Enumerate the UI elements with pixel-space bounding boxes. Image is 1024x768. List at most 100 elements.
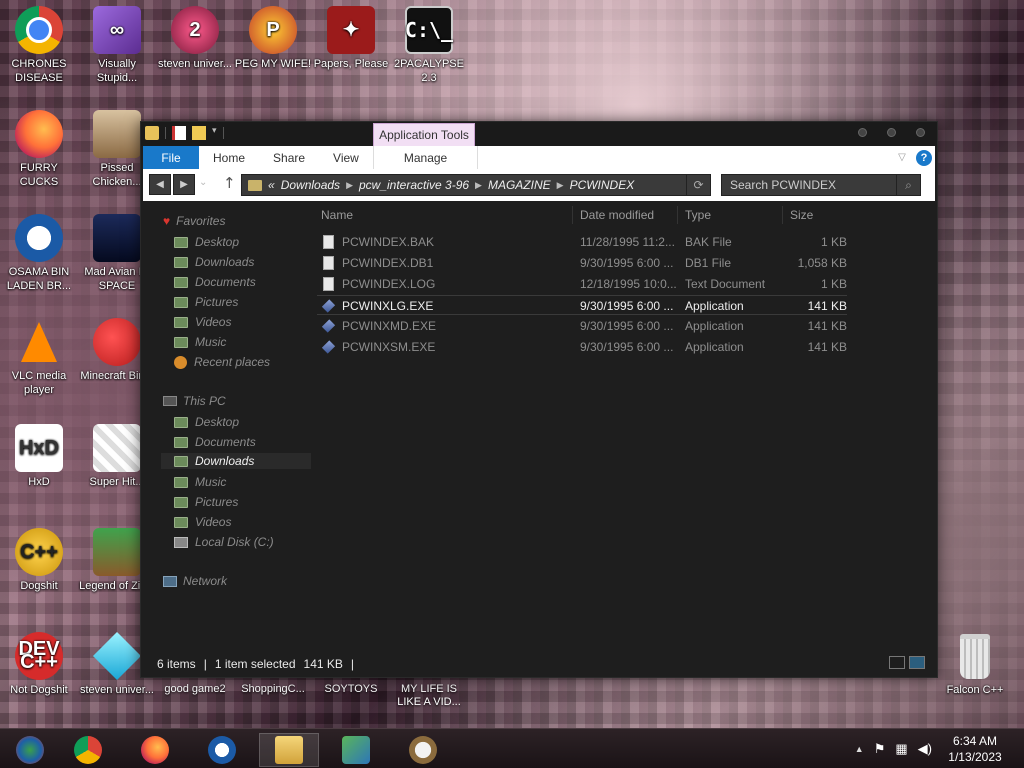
flag-icon[interactable]: ⚑ xyxy=(874,741,886,757)
selection-status: 1 item selected xyxy=(214,657,296,671)
search-input[interactable]: Search PCWINDEX ⌕ xyxy=(721,174,921,196)
properties-icon[interactable] xyxy=(172,126,186,140)
file-row[interactable]: PCWINDEX.DB1 9/30/1995 6:00 ... DB1 File… xyxy=(317,253,847,273)
file-row[interactable]: PCWINDEX.BAK 11/28/1995 11:2... BAK File… xyxy=(317,232,847,252)
breadcrumb-pcw-interactive[interactable]: pcw_interactive 3-96 xyxy=(359,178,469,192)
tab-view[interactable]: View xyxy=(319,146,373,169)
file-row[interactable]: PCWINXMD.EXE 9/30/1995 6:00 ... Applicat… xyxy=(317,316,847,336)
file-row-selected[interactable]: PCWINXLG.EXE 9/30/1995 6:00 ... Applicat… xyxy=(317,295,847,315)
file-row[interactable]: PCWINXSM.EXE 9/30/1995 6:00 ... Applicat… xyxy=(317,337,847,357)
desktop-icon-papers-please[interactable]: ✦ Papers, Please xyxy=(312,6,390,71)
nav-item-pc-desktop[interactable]: Desktop xyxy=(174,414,239,430)
column-divider[interactable] xyxy=(782,206,783,224)
nav-item-downloads[interactable]: Downloads xyxy=(174,254,254,270)
nav-item-recent-places[interactable]: Recent places xyxy=(174,354,270,370)
breadcrumb-overflow[interactable]: « xyxy=(268,178,275,192)
status-divider: | xyxy=(350,657,355,671)
desktop-icon-shopping[interactable]: ShoppingC... xyxy=(234,683,312,696)
desktop-icon-falcon-cpp[interactable]: Falcon C++ xyxy=(936,632,1014,697)
title-bar[interactable]: ▾ Application Tools xyxy=(141,122,937,147)
nav-item-pc-pictures[interactable]: Pictures xyxy=(174,494,238,510)
file-row[interactable]: PCWINDEX.LOG 12/18/1995 10:0... Text Doc… xyxy=(317,274,847,294)
application-tools-tab[interactable]: Application Tools xyxy=(373,123,475,147)
nav-item-documents[interactable]: Documents xyxy=(174,274,256,290)
document-icon xyxy=(323,277,334,291)
nav-favorites[interactable]: ♥ Favorites xyxy=(163,214,225,228)
nav-item-label: Downloads xyxy=(195,454,255,468)
back-button[interactable]: ◀ xyxy=(149,174,171,195)
column-divider[interactable] xyxy=(572,206,573,224)
refresh-button[interactable]: ⟳ xyxy=(686,175,710,195)
nav-this-pc[interactable]: This PC xyxy=(163,394,226,408)
nav-network[interactable]: Network xyxy=(163,574,227,588)
network-icon[interactable]: ▦ xyxy=(895,741,907,757)
minimize-button[interactable] xyxy=(858,128,867,137)
nav-item-music[interactable]: Music xyxy=(174,334,226,350)
chevron-right-icon[interactable]: ▶ xyxy=(346,180,353,191)
chevron-right-icon[interactable]: ▶ xyxy=(475,180,482,191)
nav-item-pc-videos[interactable]: Videos xyxy=(174,514,231,530)
desktop-icon-soytoys[interactable]: SOYTOYS xyxy=(312,683,390,696)
chevron-down-icon[interactable]: ▾ xyxy=(212,126,217,140)
desktop-icon-good-game2[interactable]: good game2 xyxy=(156,683,234,696)
recycle-bin-icon xyxy=(951,632,999,680)
expand-ribbon-chevron-icon[interactable]: ▽ xyxy=(891,146,913,169)
nav-item-pc-music[interactable]: Music xyxy=(174,474,226,490)
column-header-name[interactable]: Name xyxy=(321,208,353,222)
toolbar-divider xyxy=(222,127,224,139)
taskbar-chrome[interactable] xyxy=(58,733,118,767)
desktop-icon-furry-cucks[interactable]: FURRY CUCKS xyxy=(0,110,78,189)
chevron-right-icon[interactable]: ▶ xyxy=(557,180,564,191)
desktop-icon-dogshit[interactable]: C++ Dogshit xyxy=(0,528,78,593)
breadcrumb-downloads[interactable]: Downloads xyxy=(281,178,340,192)
nav-item-desktop[interactable]: Desktop xyxy=(174,234,239,250)
taskbar-paint[interactable] xyxy=(393,733,453,767)
close-button[interactable] xyxy=(916,128,925,137)
volume-icon[interactable]: ◀) xyxy=(918,741,932,757)
nav-item-videos[interactable]: Videos xyxy=(174,314,231,330)
help-button[interactable]: ? xyxy=(913,146,935,169)
breadcrumb-pcwindex[interactable]: PCWINDEX xyxy=(570,178,635,192)
column-divider[interactable] xyxy=(677,206,678,224)
desktop-icon-steven-universe[interactable]: 2 steven univer... xyxy=(156,6,234,71)
breadcrumb-magazine[interactable]: MAGAZINE xyxy=(488,178,551,192)
new-folder-icon[interactable] xyxy=(192,126,206,140)
clock[interactable]: 6:34 AM 1/13/2023 xyxy=(942,733,1008,765)
maximize-button[interactable] xyxy=(887,128,896,137)
address-bar[interactable]: « Downloads ▶ pcw_interactive 3-96 ▶ MAG… xyxy=(241,174,711,196)
column-header-date-modified[interactable]: Date modified xyxy=(580,208,654,222)
desktop-icon-hxd[interactable]: HxD HxD xyxy=(0,424,78,489)
desktop-icon-osama[interactable]: OSAMA BIN LADEN BR... xyxy=(0,214,78,293)
desktop-icon-vlc[interactable]: VLC media player xyxy=(0,318,78,397)
up-arrow-icon[interactable]: ↑ xyxy=(223,174,236,192)
taskbar-people[interactable] xyxy=(326,733,386,767)
desktop-icon-visually-stupid[interactable]: ∞ Visually Stupid... xyxy=(78,6,156,85)
show-hidden-icons-icon[interactable]: ▲ xyxy=(855,744,864,754)
nav-item-pc-downloads[interactable]: Downloads xyxy=(161,453,311,469)
tab-share[interactable]: Share xyxy=(259,146,319,169)
nav-item-pc-documents[interactable]: Documents xyxy=(174,434,256,450)
desktop-icon-peg-my-wife[interactable]: P PEG MY WIFE! xyxy=(234,6,312,71)
desktop-icon-my-life[interactable]: MY LIFE IS LIKE A VID... xyxy=(390,683,468,709)
desktop-icon-2pacalypse[interactable]: C:\_ 2PACALYPSE 2.3 xyxy=(390,6,468,85)
taskbar-obama[interactable] xyxy=(192,733,252,767)
status-bar: 6 items | 1 item selected 141 KB | xyxy=(157,657,354,671)
column-header-type[interactable]: Type xyxy=(685,208,711,222)
tab-home[interactable]: Home xyxy=(199,146,259,169)
tab-file[interactable]: File xyxy=(143,146,199,169)
start-button[interactable] xyxy=(0,733,60,767)
forward-button[interactable]: ▶ xyxy=(173,174,195,195)
desktop-icon-not-dogshit[interactable]: DEV C++ Not Dogshit xyxy=(0,632,78,697)
details-view-icon[interactable] xyxy=(889,656,905,669)
taskbar-file-explorer[interactable] xyxy=(259,733,319,767)
large-icons-view-icon[interactable] xyxy=(909,656,925,669)
search-icon[interactable]: ⌕ xyxy=(896,175,920,195)
taskbar-firefox[interactable] xyxy=(125,733,185,767)
nav-item-local-disk[interactable]: Local Disk (C:) xyxy=(174,534,274,550)
nav-item-pictures[interactable]: Pictures xyxy=(174,294,238,310)
column-header-size[interactable]: Size xyxy=(790,208,813,222)
tab-manage[interactable]: Manage xyxy=(372,146,479,169)
recent-locations-chevron-icon[interactable]: ⌄ xyxy=(199,177,207,188)
music-folder-icon xyxy=(174,336,188,348)
desktop-icon-chrones-disease[interactable]: CHRONES DISEASE xyxy=(0,6,78,85)
